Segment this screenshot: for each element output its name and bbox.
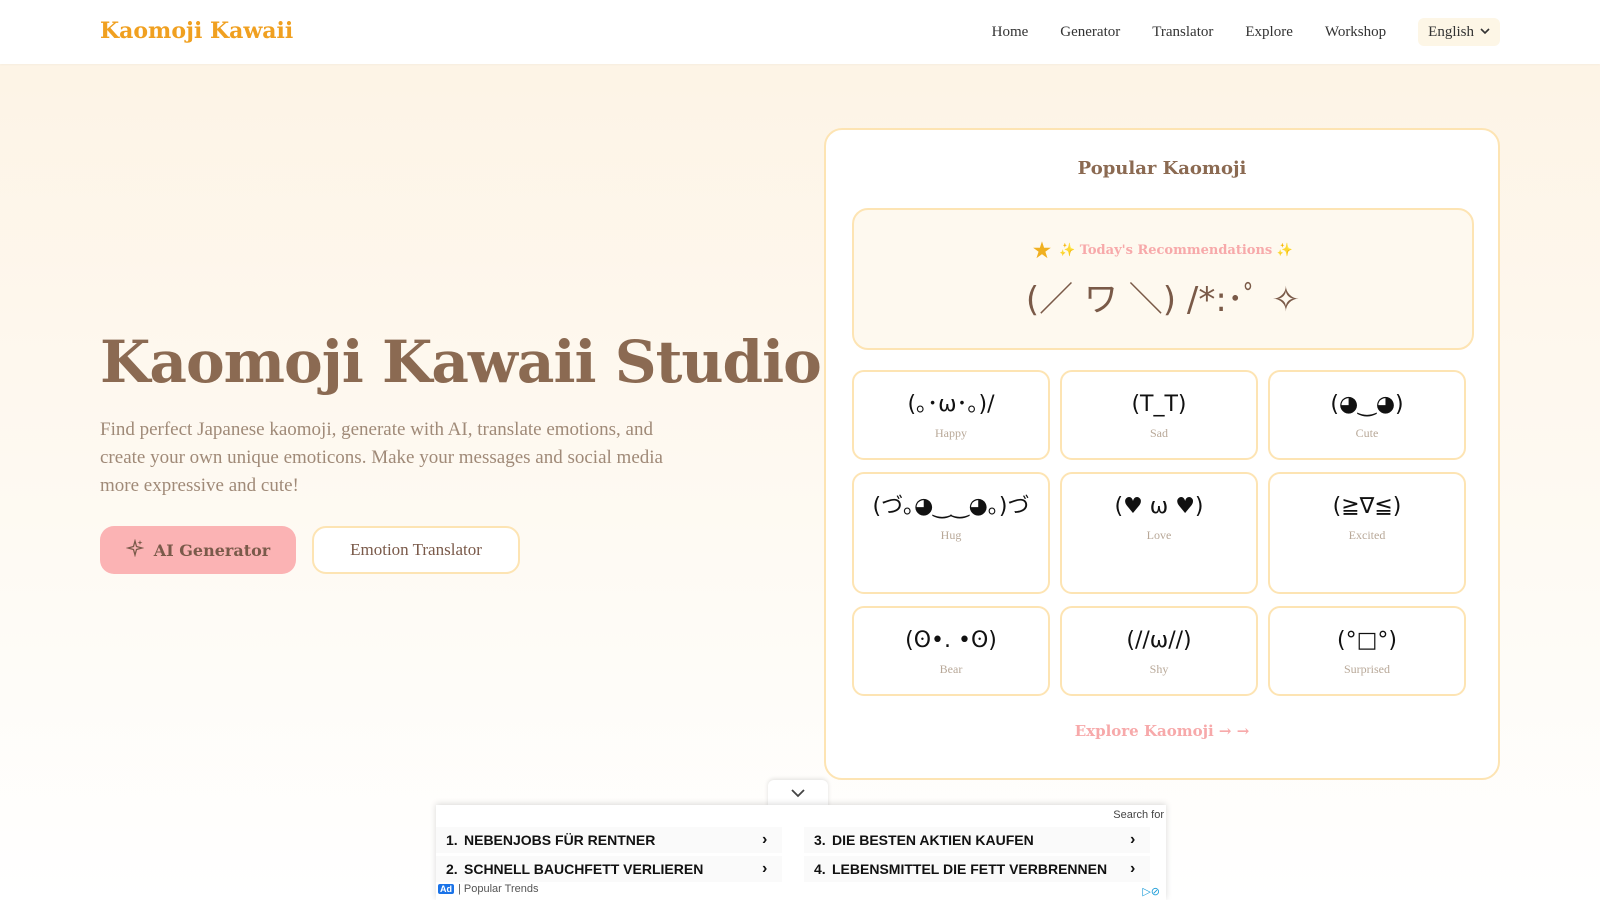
kaomoji-label: Bear xyxy=(939,662,963,676)
kaomoji-label: Love xyxy=(1146,528,1172,542)
chevron-right-icon: › xyxy=(1130,831,1136,848)
ad-link-3[interactable]: 3. DIE BESTEN AKTIEN KAUFEN › xyxy=(804,827,1150,853)
kaomoji-card-surprised[interactable]: (°□°) Surprised xyxy=(1268,606,1466,696)
ad-row-text: LEBENSMITTEL DIE FETT VERBRENNEN xyxy=(832,861,1108,877)
kaomoji-text: (T_T) xyxy=(1131,392,1187,417)
ad-search-for: Search for xyxy=(1113,809,1164,821)
ai-generator-button[interactable]: AI Generator xyxy=(100,526,296,574)
kaomoji-text: (♥ ω ♥) xyxy=(1114,494,1204,519)
ad-row-number: 3. xyxy=(814,832,826,848)
kaomoji-text: (ʘ•. •ʘ) xyxy=(905,628,997,653)
kaomoji-card-love[interactable]: (♥ ω ♥) Love xyxy=(1060,472,1258,594)
kaomoji-text: (｡･ω･｡)/ xyxy=(907,392,995,417)
ad-row-number: 2. xyxy=(446,861,458,877)
kaomoji-label: Excited xyxy=(1348,528,1386,542)
site-header: Kaomoji Kawaii Home Generator Translator… xyxy=(0,0,1600,64)
kaomoji-label: Happy xyxy=(935,426,967,440)
chevron-down-icon xyxy=(791,786,805,802)
recommendation-label: ★ ✨ Today's Recommendations ✨ xyxy=(1033,238,1293,262)
kaomoji-card-shy[interactable]: (//ω//) Shy xyxy=(1060,606,1258,696)
kaomoji-card-happy[interactable]: (｡･ω･｡)/ Happy xyxy=(852,370,1050,460)
ad-row-number: 4. xyxy=(814,861,826,877)
card-title: Popular Kaomoji xyxy=(1077,158,1247,179)
adchoices-icon[interactable]: ▷⊘ xyxy=(1142,885,1160,898)
ad-row-text: NEBENJOBS FÜR RENTNER xyxy=(464,832,656,848)
explore-kaomoji-link[interactable]: Explore Kaomoji → → xyxy=(826,722,1498,740)
kaomoji-label: Hug xyxy=(940,528,962,542)
emotion-translator-button[interactable]: Emotion Translator xyxy=(312,526,520,574)
popular-kaomoji-card: Popular Kaomoji ★ ✨ Today's Recommendatio… xyxy=(824,128,1500,780)
recommendation-kaomoji: (／ ワ ＼) /*:･ﾟ ✧ xyxy=(1025,280,1301,320)
nav-translator[interactable]: Translator xyxy=(1152,19,1213,45)
kaomoji-label: Sad xyxy=(1150,426,1168,440)
chevron-right-icon: › xyxy=(762,860,768,877)
kaomoji-label: Shy xyxy=(1149,662,1169,676)
nav-workshop[interactable]: Workshop xyxy=(1325,19,1386,45)
kaomoji-card-sad[interactable]: (T_T) Sad xyxy=(1060,370,1258,460)
nav-home[interactable]: Home xyxy=(992,19,1029,45)
ad-collapse-toggle[interactable] xyxy=(768,780,828,808)
ad-link-1[interactable]: 1. NEBENJOBS FÜR RENTNER › xyxy=(436,827,782,853)
kaomoji-text: (づ｡◕‿‿◕｡)づ xyxy=(872,494,1030,519)
main-nav: Home Generator Translator Explore Worksh… xyxy=(960,18,1500,46)
chevron-right-icon: › xyxy=(1130,860,1136,877)
ad-footer: Ad | Popular Trends xyxy=(438,883,539,895)
language-label: English xyxy=(1428,23,1474,40)
brand-logo[interactable]: Kaomoji Kawaii xyxy=(100,18,293,44)
kaomoji-card-bear[interactable]: (ʘ•. •ʘ) Bear xyxy=(852,606,1050,696)
kaomoji-text: (//ω//) xyxy=(1126,628,1192,653)
nav-generator[interactable]: Generator xyxy=(1060,19,1120,45)
chevron-down-icon xyxy=(1480,26,1490,38)
nav-explore[interactable]: Explore xyxy=(1245,19,1292,45)
star-icon: ★ xyxy=(1033,238,1051,262)
kaomoji-text: (≧∇≦) xyxy=(1332,494,1402,519)
kaomoji-label: Cute xyxy=(1355,426,1379,440)
ad-link-2[interactable]: 2. SCHNELL BAUCHFETT VERLIEREN › xyxy=(436,856,782,882)
kaomoji-card-cute[interactable]: (◕‿◕) Cute xyxy=(1268,370,1466,460)
kaomoji-text: (◕‿◕) xyxy=(1330,392,1404,417)
chevron-right-icon: › xyxy=(762,831,768,848)
hero-description: Find perfect Japanese kaomoji, generate … xyxy=(100,419,663,496)
ad-banner: Search for 1. NEBENJOBS FÜR RENTNER › 2.… xyxy=(436,805,1166,900)
ad-row-number: 1. xyxy=(446,832,458,848)
ad-badge: Ad xyxy=(438,884,454,894)
kaomoji-card-excited[interactable]: (≧∇≦) Excited xyxy=(1268,472,1466,594)
kaomoji-label: Surprised xyxy=(1344,662,1390,676)
language-select[interactable]: English xyxy=(1418,18,1500,46)
ad-row-text: SCHNELL BAUCHFETT VERLIEREN xyxy=(464,861,704,877)
ad-footer-label: | Popular Trends xyxy=(458,883,539,895)
hero-title: Kaomoji Kawaii Studio xyxy=(100,328,822,396)
recommendation-box[interactable]: ★ ✨ Today's Recommendations ✨ (／ ワ ＼) /*:… xyxy=(852,208,1474,350)
ai-generator-label: AI Generator xyxy=(153,540,271,560)
kaomoji-card-hug[interactable]: (づ｡◕‿‿◕｡)づ Hug xyxy=(852,472,1050,594)
sparkle-icon xyxy=(125,538,145,562)
ad-row-text: DIE BESTEN AKTIEN KAUFEN xyxy=(832,832,1034,848)
kaomoji-text: (°□°) xyxy=(1337,628,1397,653)
ad-link-4[interactable]: 4. LEBENSMITTEL DIE FETT VERBRENNEN › xyxy=(804,856,1150,882)
